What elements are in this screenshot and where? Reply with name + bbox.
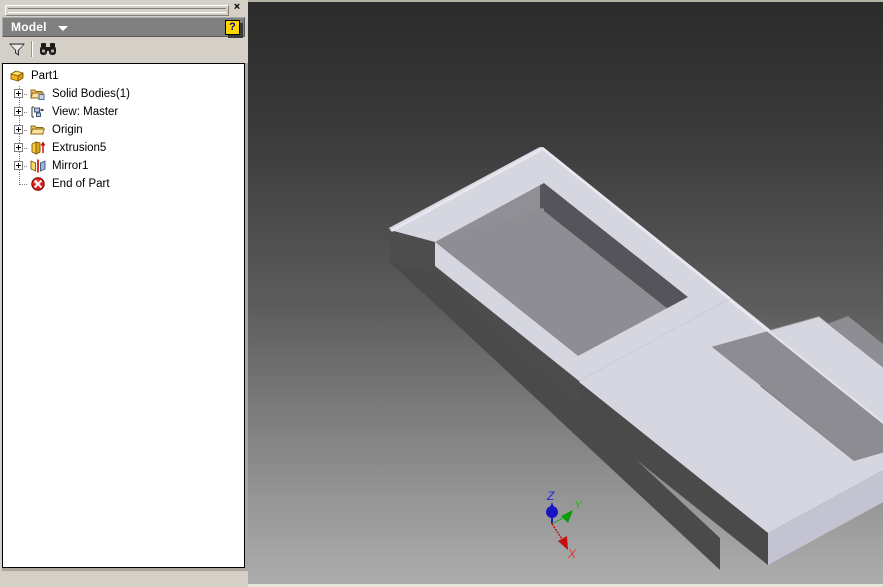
close-icon[interactable]: × (230, 1, 244, 14)
tree-item-end-of-part[interactable]: End of Part (3, 175, 244, 193)
tree-item-mirror1[interactable]: Mirror1 (3, 157, 244, 175)
toolbar-separator (31, 41, 33, 57)
application-window: Z Y X × Model ? Part1 Solid Bodies(1) Vi… (0, 0, 883, 587)
tree-item-label: Mirror1 (52, 160, 89, 172)
expand-toggle[interactable] (14, 161, 23, 170)
model-browser-panel: × Model ? Part1 Solid Bodies(1) View: Ma… (0, 0, 248, 587)
tree-shadow-right (245, 63, 248, 569)
extrusion-icon (30, 140, 46, 156)
3d-viewport[interactable]: Z Y X (248, 0, 883, 587)
expand-toggle[interactable] (14, 125, 23, 134)
chevron-down-icon[interactable] (58, 26, 68, 31)
tree-item-label: Extrusion5 (52, 142, 107, 154)
solid-bodies-icon (30, 86, 46, 102)
axis-label-x: X (567, 547, 577, 558)
tree-item-label: Solid Bodies(1) (52, 88, 130, 100)
expand-toggle[interactable] (14, 107, 23, 116)
panel-title-bar[interactable]: Model ? (2, 17, 245, 38)
tree-item-extrusion5[interactable]: Extrusion5 (3, 139, 244, 157)
panel-grip-bar[interactable] (2, 2, 246, 16)
tree-item-label: View: Master (52, 106, 119, 118)
find-icon[interactable] (35, 39, 61, 59)
axis-label-z: Z (546, 489, 555, 503)
tree-item-view-master[interactable]: View: Master (3, 103, 244, 121)
help-button[interactable]: ? (225, 20, 240, 35)
axis-label-y: Y (574, 498, 583, 512)
tree-item-origin[interactable]: Origin (3, 121, 244, 139)
model-tree[interactable]: Part1 Solid Bodies(1) View: Master Origi… (2, 63, 245, 568)
mirror-icon (30, 158, 46, 174)
filter-icon[interactable] (4, 39, 30, 59)
end-of-part-icon (30, 176, 46, 192)
tree-item-solid-bodies[interactable]: Solid Bodies(1) (3, 85, 244, 103)
panel-grip-lines (5, 5, 229, 16)
tree-connector (20, 184, 28, 185)
part-box-icon (9, 68, 25, 84)
tree-item-label: Part1 (31, 70, 59, 82)
panel-grip-inner (8, 8, 226, 13)
tree-item-label: Origin (52, 124, 83, 136)
folder-icon (30, 122, 46, 138)
expand-toggle[interactable] (14, 89, 23, 98)
browser-mini-toolbar (2, 39, 245, 60)
tree-shadow-bottom (2, 568, 248, 571)
view-cube-axis-triad[interactable]: Z Y X (530, 488, 600, 558)
page-title: Model (11, 20, 47, 34)
tree-item-label: End of Part (52, 178, 110, 190)
tree-item-part1[interactable]: Part1 (3, 67, 244, 85)
expand-toggle[interactable] (14, 143, 23, 152)
view-master-icon (30, 104, 46, 120)
